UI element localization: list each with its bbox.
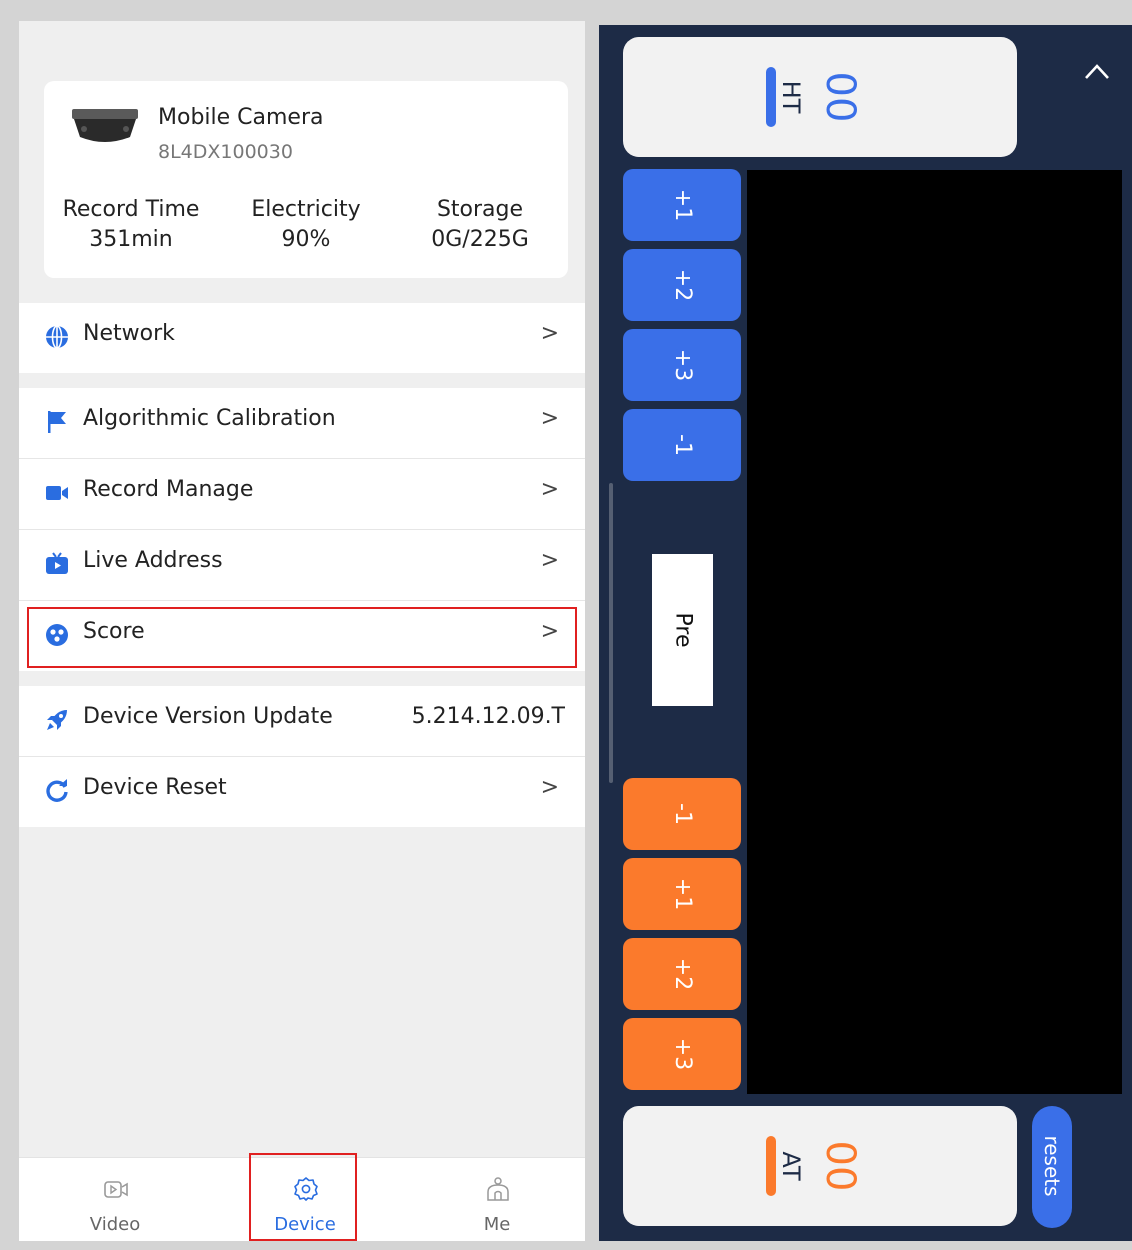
home-team-score-panel: HT 00 — [623, 37, 1017, 157]
device-name: Mobile Camera — [158, 105, 324, 130]
tab-label: Video — [89, 1214, 141, 1235]
menu-item-record-manage[interactable]: Record Manage > — [19, 459, 585, 529]
device-serial: 8L4DX100030 — [158, 141, 293, 163]
device-settings-screen: Mobile Camera 8L4DX100030 Record Time 35… — [19, 21, 585, 1241]
button-label: +1 — [670, 877, 695, 911]
chevron-right-icon: > — [540, 477, 559, 502]
stat-electricity: Electricity 90% — [221, 195, 391, 255]
button-label: +2 — [670, 268, 695, 302]
chevron-right-icon: > — [540, 775, 559, 800]
stat-value: 0G/225G — [431, 227, 529, 252]
home-plus-2-button[interactable]: +2 — [623, 249, 741, 321]
flag-icon — [48, 411, 66, 433]
button-label: resets — [1040, 1135, 1064, 1197]
menu-label: Device Version Update — [83, 704, 333, 729]
video-icon — [104, 1181, 128, 1198]
bottom-tab-bar: Video Device Me — [19, 1153, 585, 1241]
away-plus-3-button[interactable]: +3 — [623, 1018, 741, 1090]
menu-item-live-address[interactable]: Live Address > — [19, 530, 585, 600]
home-plus-1-button[interactable]: +1 — [623, 169, 741, 241]
scrollbar[interactable] — [609, 483, 613, 783]
away-minus-1-button[interactable]: -1 — [623, 778, 741, 850]
refresh-icon — [46, 779, 68, 802]
globe-icon — [46, 325, 68, 349]
away-team-label: AT — [777, 1151, 805, 1181]
button-label: +1 — [670, 188, 695, 222]
stat-storage: Storage 0G/225G — [395, 195, 565, 255]
menu-label: Algorithmic Calibration — [83, 406, 336, 431]
button-label: -1 — [670, 434, 695, 456]
stat-value: 351min — [89, 227, 173, 252]
device-tab-highlight-box — [249, 1153, 357, 1241]
tab-video[interactable]: Video — [40, 1158, 190, 1241]
menu-item-network[interactable]: Network > — [19, 303, 585, 373]
away-score: 00 — [817, 1140, 863, 1192]
button-label: +3 — [670, 1037, 695, 1071]
away-plus-2-button[interactable]: +2 — [623, 938, 741, 1010]
score-highlight-box — [27, 607, 577, 668]
chevron-right-icon: > — [540, 548, 559, 573]
tab-me[interactable]: Me — [422, 1158, 572, 1241]
home-score: 00 — [817, 71, 863, 123]
button-label: -1 — [670, 803, 695, 825]
scoreboard-screen: HT 00 +1 +2 +3 -1 Pre -1 +1 +2 +3 AT 00 … — [599, 25, 1132, 1241]
menu-item-device-reset[interactable]: Device Reset > — [19, 757, 585, 827]
away-team-score-panel: AT 00 — [623, 1106, 1017, 1226]
rocket-icon — [47, 710, 67, 730]
chevron-right-icon: > — [540, 406, 559, 431]
menu-label: Record Manage — [83, 477, 254, 502]
menu-item-device-version-update[interactable]: Device Version Update 5.214.12.09.T — [19, 686, 585, 756]
home-minus-1-button[interactable]: -1 — [623, 409, 741, 481]
menu-label: Network — [83, 321, 175, 346]
stat-label: Record Time — [62, 197, 200, 222]
menu-label: Live Address — [83, 548, 223, 573]
pre-button[interactable]: Pre — [652, 554, 713, 706]
button-label: +2 — [670, 957, 695, 991]
chevron-up-icon[interactable] — [1083, 61, 1111, 81]
stat-record-time: Record Time 351min — [46, 195, 216, 255]
resets-button[interactable]: resets — [1032, 1106, 1072, 1228]
home-team-label: HT — [777, 80, 805, 114]
video-camera-icon — [46, 486, 68, 500]
stat-value: 90% — [281, 227, 331, 252]
stat-label: Storage — [436, 197, 524, 222]
tab-label: Me — [483, 1214, 511, 1235]
menu-label: Device Reset — [83, 775, 227, 800]
device-version-value: 5.214.12.09.T — [411, 704, 565, 729]
tv-icon — [46, 552, 68, 574]
button-label: +3 — [670, 348, 695, 382]
chevron-right-icon: > — [540, 321, 559, 346]
camera-thumbnail-icon — [72, 109, 138, 142]
video-preview — [747, 170, 1122, 1094]
device-info-card[interactable]: Mobile Camera 8L4DX100030 Record Time 35… — [44, 81, 568, 278]
home-plus-3-button[interactable]: +3 — [623, 329, 741, 401]
stat-label: Electricity — [251, 197, 361, 222]
button-label: Pre — [670, 612, 696, 648]
menu-item-algorithmic-calibration[interactable]: Algorithmic Calibration > — [19, 388, 585, 458]
away-plus-1-button[interactable]: +1 — [623, 858, 741, 930]
person-icon — [487, 1177, 509, 1201]
